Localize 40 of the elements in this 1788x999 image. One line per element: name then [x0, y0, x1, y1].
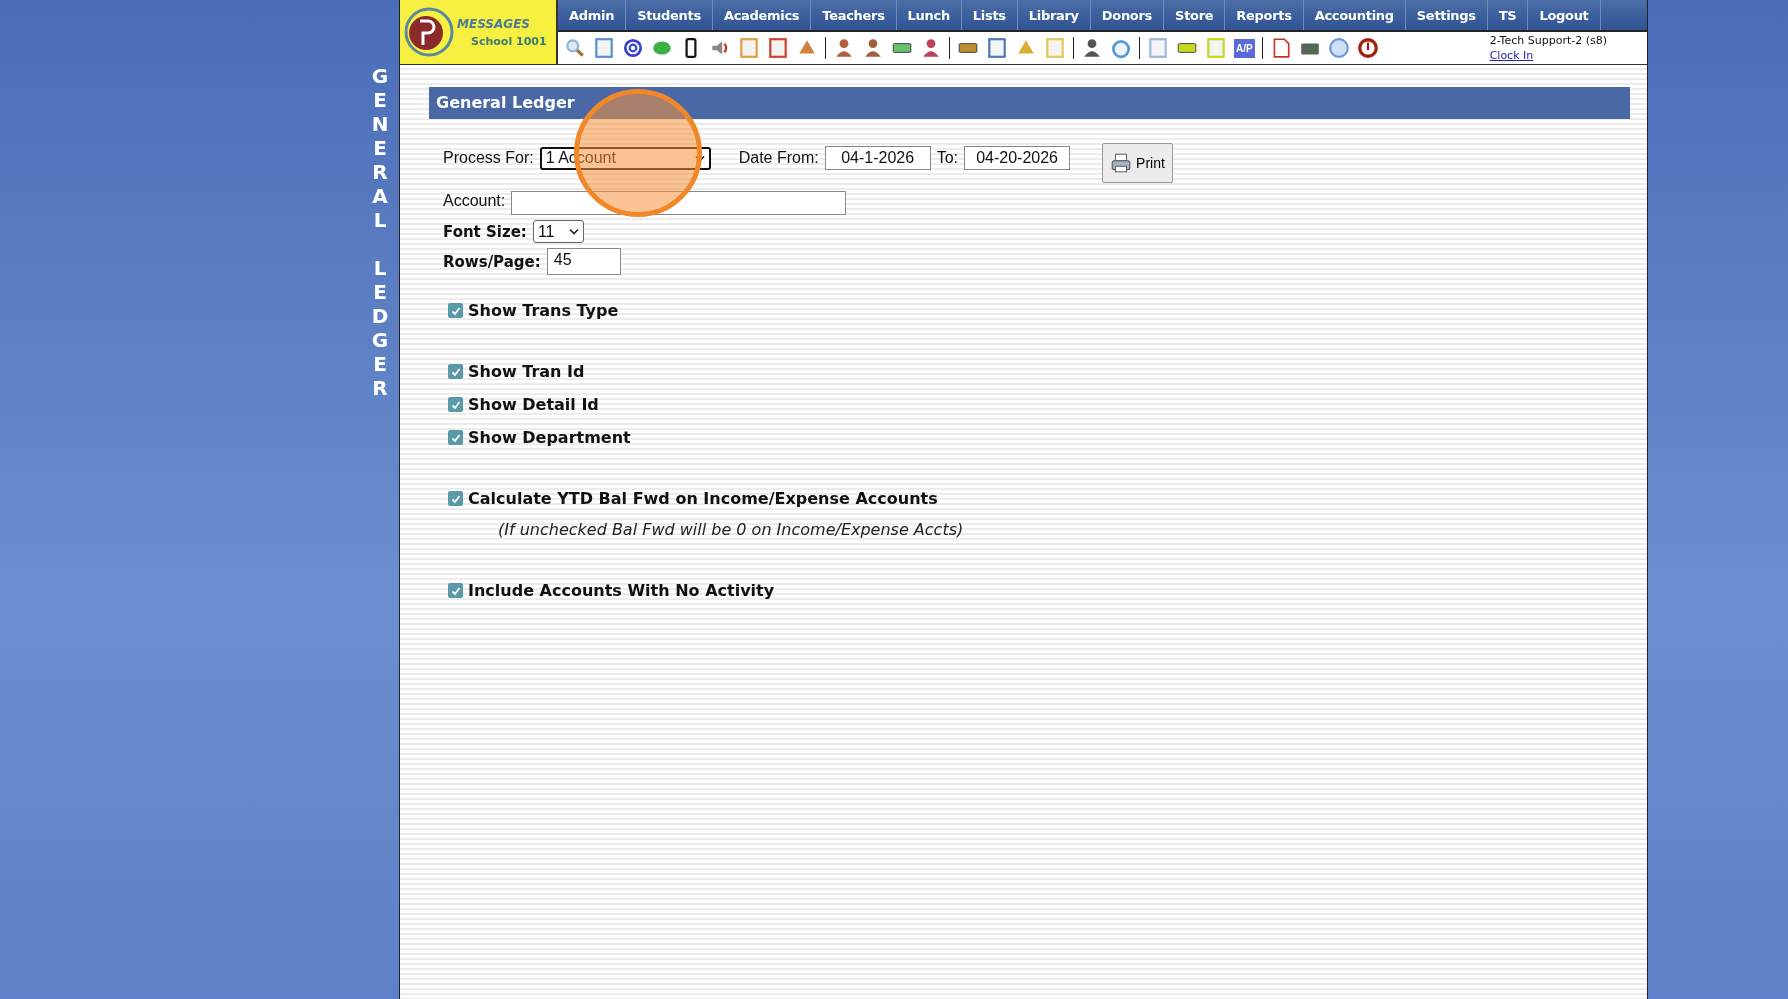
field-label: Process For: — [443, 149, 534, 167]
nav-item[interactable]: Settings — [1405, 0, 1488, 30]
nav-item[interactable]: Teachers — [811, 0, 897, 30]
checkbox-label: Show Tran Id — [468, 362, 585, 381]
nav-item[interactable]: Accounting — [1303, 0, 1406, 30]
checkbox-label: Show Department — [468, 428, 631, 447]
field-label: Font Size: — [443, 222, 527, 241]
nav-item[interactable]: Logout — [1528, 0, 1601, 30]
nav-item[interactable]: Donors — [1090, 0, 1165, 30]
nav-item[interactable]: TS — [1487, 0, 1529, 30]
field-label: To: — [936, 149, 959, 167]
nav-item[interactable]: Reports — [1225, 0, 1304, 30]
font-size-dropdown[interactable]: 11 — [532, 220, 584, 243]
field-label: Account: — [443, 192, 506, 210]
nav-item[interactable]: Admin — [558, 0, 627, 30]
hint-text: (If unchecked Bal Fwd will be 0 on Income/Expense Accts) — [497, 520, 965, 539]
user-name: 2-Tech Support-2 (s8) — [1489, 33, 1607, 48]
logo[interactable]: MESSAGES School 1001 — [400, 0, 558, 64]
nav-item[interactable]: Students — [626, 0, 713, 30]
nav-item[interactable]: Lists — [961, 0, 1018, 30]
nav-item[interactable]: Store — [1164, 0, 1226, 30]
rows-per-page-field[interactable]: 45 — [546, 248, 621, 275]
nav-item[interactable]: Academics — [712, 0, 812, 30]
nav-item[interactable]: Library — [1017, 0, 1091, 30]
print-button[interactable]: Print — [1102, 143, 1173, 183]
section-header: General Ledger — [429, 87, 1630, 119]
vertical-title: GENERAL LEDGER — [370, 64, 390, 402]
checkbox-label: Show Detail Id — [468, 395, 599, 414]
clock-in-link[interactable]: Clock In — [1489, 48, 1607, 63]
checkbox-label: Show Trans Type — [468, 301, 619, 320]
date-to-field[interactable]: 04-20-2026 — [964, 146, 1071, 170]
ap-icon[interactable]: A/P — [1234, 38, 1255, 58]
nav-item[interactable]: Lunch — [896, 0, 962, 30]
date-from-field[interactable]: 04-1-2026 — [824, 146, 931, 170]
field-label: Date From: — [738, 149, 819, 167]
logo-text: MESSAGES — [457, 16, 531, 31]
school-name: School 1001 — [471, 34, 547, 48]
checkbox-label: Include Accounts With No Activity — [468, 581, 775, 600]
checkbox-label: Calculate YTD Bal Fwd on Income/Expense Accounts — [468, 489, 938, 508]
field-label: Rows/Page: — [443, 252, 541, 271]
